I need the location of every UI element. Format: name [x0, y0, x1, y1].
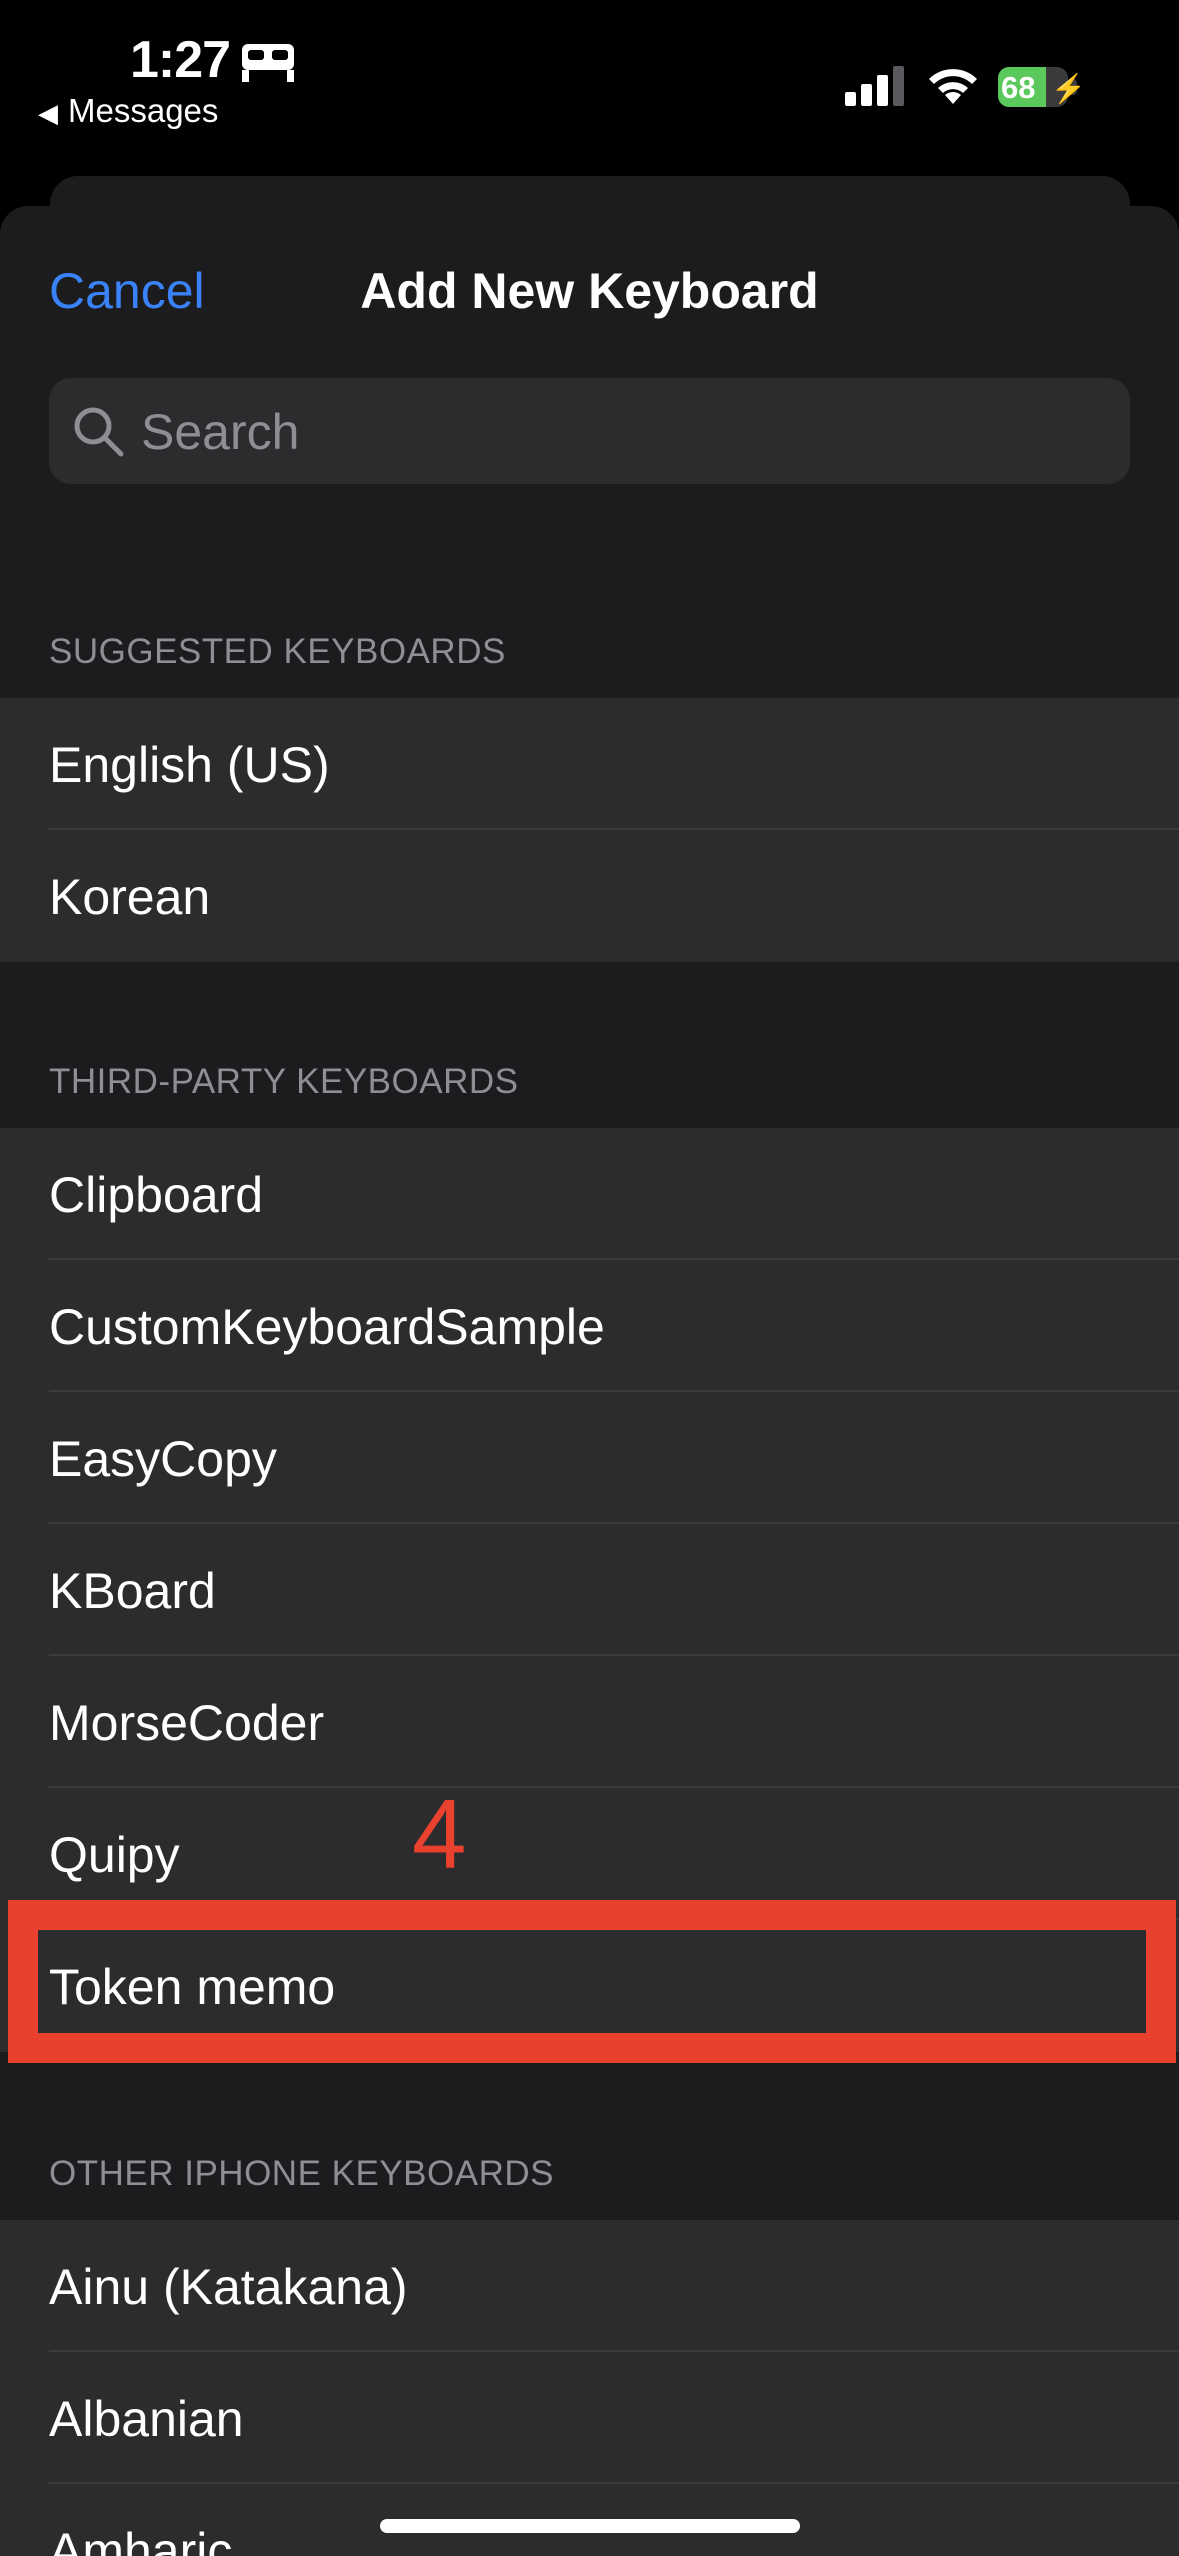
back-triangle-icon: ◀: [38, 98, 58, 128]
keyboard-label: Amharic: [49, 2523, 233, 2556]
keyboard-label: Korean: [49, 869, 211, 925]
keyboard-row[interactable]: English (US): [0, 698, 1179, 830]
keyboard-row[interactable]: MorseCoder: [0, 1656, 1179, 1788]
bed-icon: [242, 44, 294, 82]
status-bar: 1:27 ◀ Messages 68 ⚡: [0, 0, 1179, 170]
search-input[interactable]: [139, 378, 1103, 486]
keyboard-label: KBoard: [49, 1563, 216, 1619]
keyboard-row[interactable]: CustomKeyboardSample: [0, 1260, 1179, 1392]
wifi-icon: [929, 69, 977, 104]
keyboard-label: Ainu (Katakana): [49, 2259, 408, 2315]
annotation-step-number: 4: [412, 1779, 467, 1889]
keyboard-label: Albanian: [49, 2391, 244, 2447]
cellular-signal-icon: [845, 66, 904, 106]
keyboard-label: Quipy: [49, 1827, 180, 1883]
search-bar[interactable]: [49, 378, 1130, 486]
annotation-highlight-box: [8, 1900, 1176, 2063]
section-header-other: OTHER IPHONE KEYBOARDS: [49, 2154, 554, 2193]
back-to-app-button[interactable]: ◀ Messages: [38, 92, 218, 130]
keyboard-row[interactable]: EasyCopy: [0, 1392, 1179, 1524]
back-app-label: Messages: [68, 92, 219, 129]
cancel-button[interactable]: Cancel: [49, 262, 205, 320]
keyboard-label: MorseCoder: [49, 1695, 325, 1751]
keyboard-label: English (US): [49, 737, 330, 793]
keyboard-label: Clipboard: [49, 1167, 264, 1223]
keyboard-label: CustomKeyboardSample: [49, 1299, 605, 1355]
status-time: 1:27: [130, 31, 231, 89]
keyboard-row[interactable]: KBoard: [0, 1524, 1179, 1656]
add-keyboard-sheet: Add New Keyboard Cancel SUGGESTED KEYBOA…: [0, 206, 1179, 2556]
charging-bolt-icon: ⚡: [1051, 73, 1086, 104]
other-keyboards-list: Ainu (Katakana) Albanian Amharic: [0, 2220, 1179, 2556]
battery-percent: 68: [1001, 70, 1036, 105]
section-header-third-party: THIRD-PARTY KEYBOARDS: [49, 1062, 519, 1101]
suggested-keyboards-list: English (US) Korean: [0, 698, 1179, 962]
keyboard-row[interactable]: Ainu (Katakana): [0, 2220, 1179, 2352]
battery-indicator: 68 ⚡: [998, 67, 1086, 107]
keyboard-row[interactable]: Albanian: [0, 2352, 1179, 2484]
keyboard-label: EasyCopy: [49, 1431, 277, 1487]
search-icon: [74, 407, 124, 457]
keyboard-row[interactable]: Clipboard: [0, 1128, 1179, 1260]
home-indicator[interactable]: [380, 2519, 800, 2533]
section-header-suggested: SUGGESTED KEYBOARDS: [49, 632, 506, 671]
keyboard-row[interactable]: Korean: [0, 830, 1179, 962]
